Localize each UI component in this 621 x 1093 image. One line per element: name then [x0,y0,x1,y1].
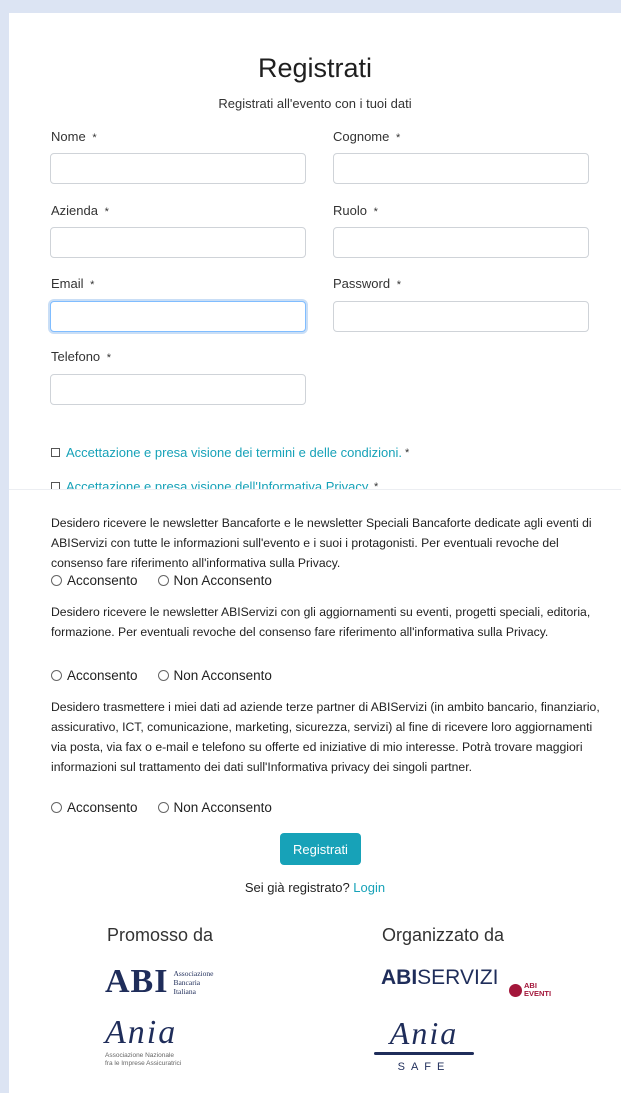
abi-logo: ABI Associazione Bancaria Italiana [105,965,213,999]
abiservizi-logo: ABISERVIZI ABI EVENTI [381,966,551,998]
required-mark: * [396,132,401,144]
decline-label: Non Acconsento [173,800,272,815]
promoted-by-heading: Promosso da [107,925,214,945]
azienda-label-text: Azienda [51,203,98,218]
decline-label: Non Acconsento [173,573,272,588]
accept-label: Acconsento [67,668,138,683]
abiservizi-logo-mark: ABISERVIZI [381,966,498,990]
page-subtitle: Registrati all'evento con i tuoi dati [218,96,412,111]
radio-circle[interactable] [157,802,169,813]
radio-circle[interactable] [51,802,62,813]
login-prompt: Sei già registrato? Login [9,880,621,895]
radio-circle[interactable] [157,670,169,681]
required-mark: * [405,446,410,459]
ania-safe-mark: Ania [389,1015,459,1051]
nome-label-text: Nome [51,129,86,144]
terms-check-row: Accettazione e presa visione dei termini… [51,445,409,460]
consent-text-abiservizi: Desidero ricevere le newsletter ABIServi… [51,605,591,639]
ruolo-label: Ruolo * [333,203,378,218]
cognome-input[interactable] [333,153,589,184]
azienda-input[interactable] [50,227,306,258]
telefono-label-text: Telefono [51,349,101,364]
required-mark: * [106,352,112,364]
telefono-input[interactable] [50,374,306,405]
telefono-label: Telefono * [51,349,111,364]
ruolo-label-text: Ruolo [333,203,367,218]
abi-logo-mark: ABI [105,963,169,1000]
ania-safe-swoosh-icon [374,1052,474,1055]
consent-radio-group-2: Acconsento Non Acconsento [51,668,292,683]
page-title: Registrati [257,53,373,83]
required-mark: * [90,279,95,291]
ania-safe-logo: Ania SAFE [364,1016,484,1073]
cognome-label-text: Cognome [333,129,390,144]
ania-logo: Ania Associazione Nazionale fra le Impre… [105,1016,181,1068]
abi-eventi-line: EVENTI [524,989,552,998]
organized-by-heading: Organizzato da [382,925,505,945]
ania-logo-line: Associazione Nazionale [105,1052,175,1059]
abi-eventi-logo: ABI EVENTI [509,982,551,998]
email-label-text: Email [51,276,84,291]
decline-option[interactable]: Non Acconsento [157,800,272,815]
abi-logo-line: Associazione [173,968,214,978]
required-mark: * [92,132,97,144]
abi-logo-line: Bancaria [173,977,201,987]
accept-label: Acconsento [67,800,138,815]
accept-option[interactable]: Acconsento [51,573,138,588]
consent-text-partners: Desidero trasmettere i miei dati ad azie… [51,700,600,774]
accept-label: Acconsento [67,573,138,588]
nome-input[interactable] [50,153,306,184]
consent-radio-group-3: Acconsento Non Acconsento [51,800,292,815]
accept-option[interactable]: Acconsento [51,800,138,815]
decline-option[interactable]: Non Acconsento [157,668,272,683]
nome-label: Nome * [51,129,97,144]
terms-link[interactable]: Accettazione e presa visione dei termini… [66,445,402,460]
register-button[interactable]: Registrati [280,833,361,865]
decline-label: Non Acconsento [173,668,272,683]
registration-card: Registrati Registrati all'evento con i t… [9,13,621,1093]
ania-logo-mark: Ania [105,1014,178,1051]
abiservizi-bold: ABI [381,966,418,989]
accept-option[interactable]: Acconsento [51,668,138,683]
abi-eventi-text: ABI EVENTI [524,982,551,998]
consent-text-bancaforte: Desidero ricevere le newsletter Bancafor… [51,516,592,570]
password-label-text: Password [333,276,391,291]
decline-option[interactable]: Non Acconsento [157,573,272,588]
azienda-label: Azienda * [51,203,109,218]
consent-radio-group-1: Acconsento Non Acconsento [51,573,292,588]
abi-logo-subtitle: Associazione Bancaria Italiana [173,969,213,996]
ruolo-input[interactable] [333,227,589,258]
abi-logo-line: Italiana [173,986,196,996]
required-mark: * [104,206,109,218]
radio-circle[interactable] [157,575,169,586]
ania-logo-subtitle: Associazione Nazionale fra le Imprese As… [105,1052,181,1068]
radio-circle[interactable] [51,575,62,586]
email-input[interactable] [50,301,306,332]
password-label: Password * [333,276,401,291]
ania-logo-line: fra le Imprese Assicuratrici [105,1060,182,1067]
radio-circle[interactable] [51,670,62,681]
abi-eventi-icon [509,983,522,997]
login-prompt-text: Sei già registrato? [244,880,350,895]
email-label: Email * [51,276,94,291]
password-input[interactable] [333,301,589,332]
ania-safe-subtitle: SAFE [397,1061,451,1073]
required-mark: * [396,279,401,291]
terms-checkbox[interactable] [51,448,60,457]
required-mark: * [373,206,378,218]
cognome-label: Cognome * [333,129,400,144]
abiservizi-rest: SERVIZI [417,966,499,989]
login-link[interactable]: Login [353,880,385,895]
